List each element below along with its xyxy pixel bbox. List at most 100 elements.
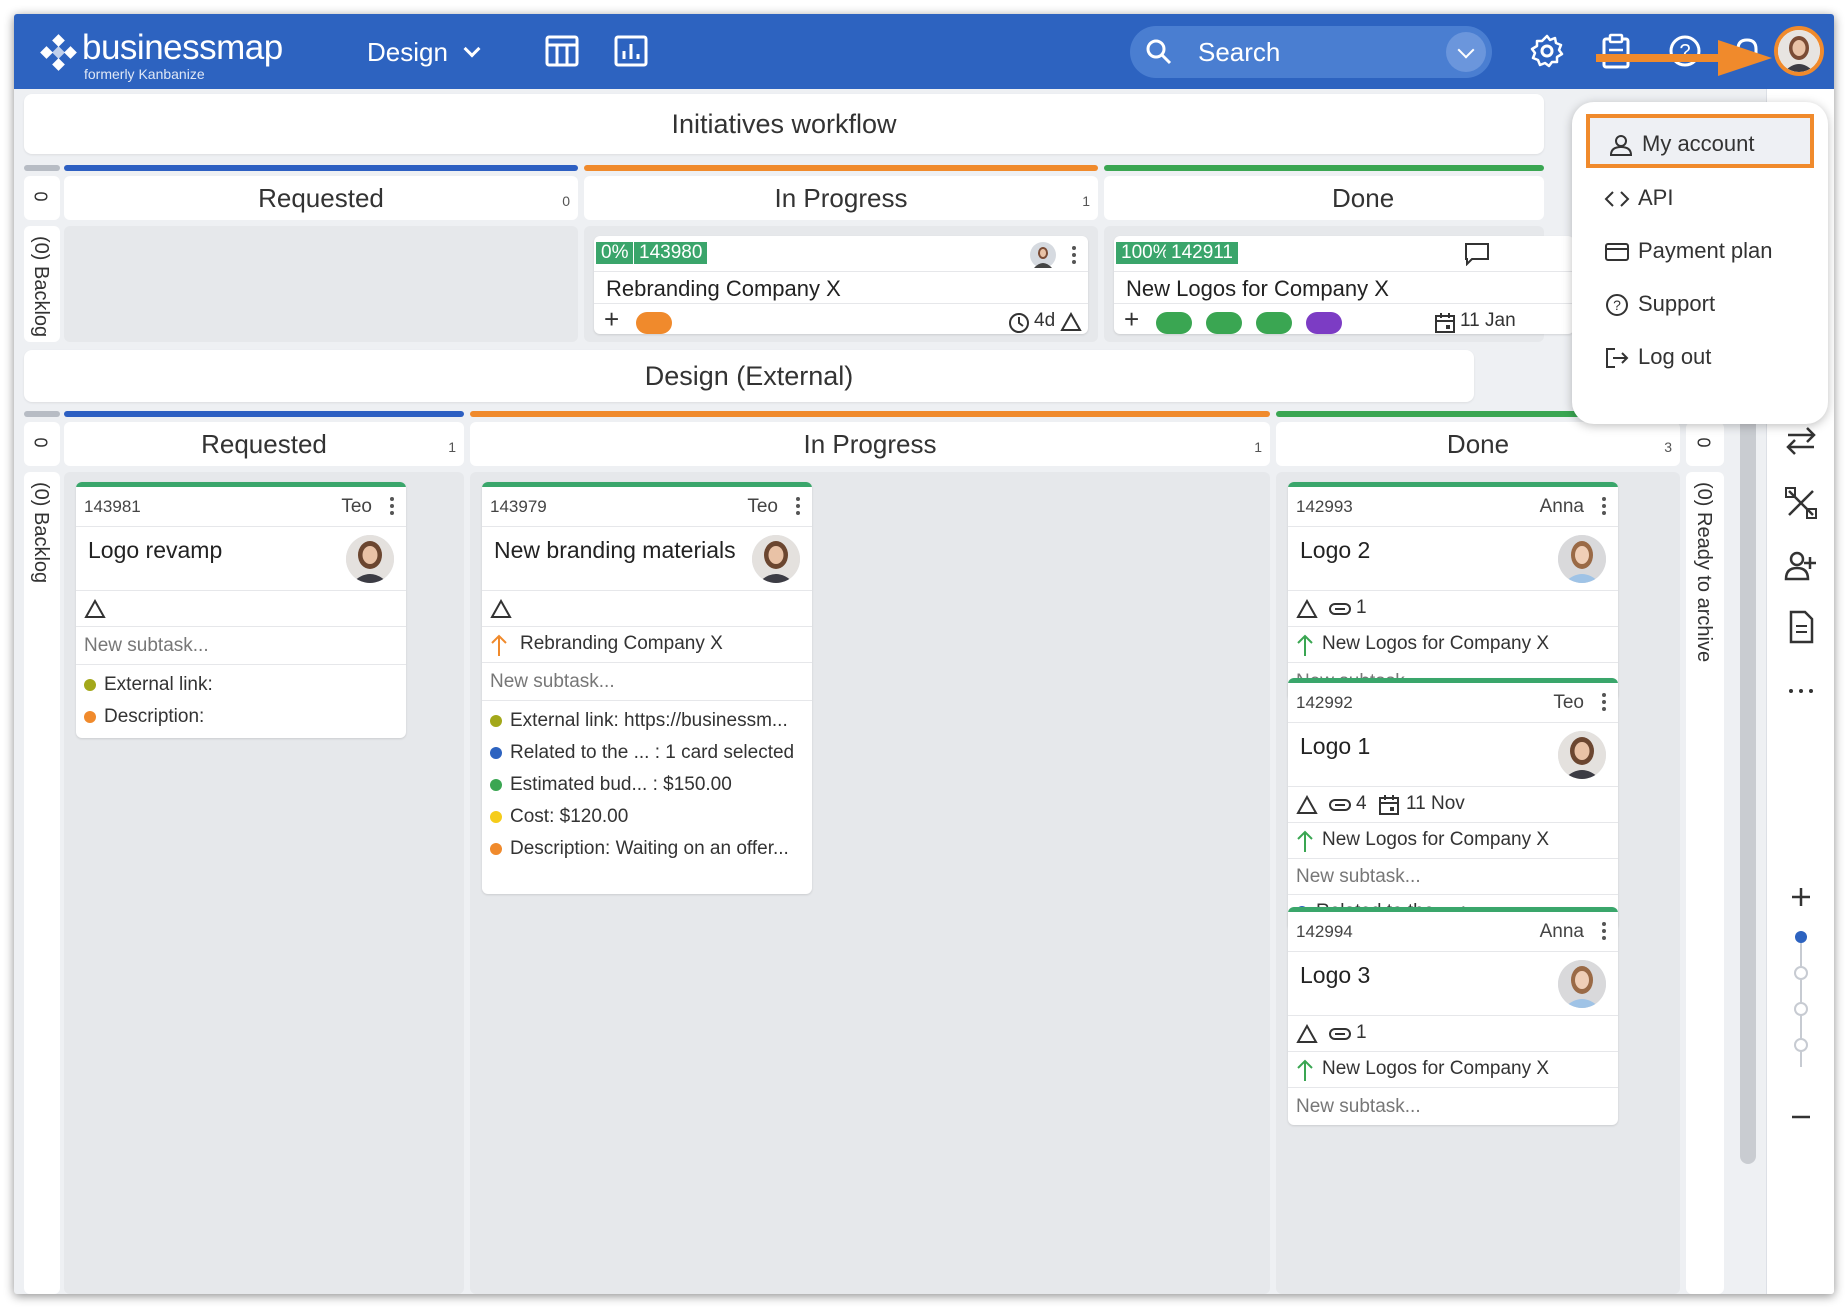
column-header-in-progress[interactable]: In Progress 1 — [584, 176, 1098, 220]
logout-icon — [1606, 348, 1629, 368]
card-menu-button[interactable] — [1602, 920, 1608, 942]
tools-icon[interactable] — [1783, 485, 1819, 521]
card-menu-button[interactable] — [390, 495, 396, 517]
parent-card-link[interactable]: New Logos for Company X — [1322, 829, 1549, 851]
new-subtask-row[interactable]: New subtask... — [482, 663, 812, 701]
avatar — [346, 535, 394, 583]
backlog-lane[interactable]: (0) Backlog — [24, 226, 60, 342]
field-label: External link: https://businessm... — [510, 710, 788, 731]
tag-pill[interactable] — [1156, 312, 1192, 334]
card-menu-button[interactable] — [1602, 495, 1608, 517]
new-subtask-input[interactable]: New subtask... — [1296, 866, 1421, 888]
new-subtask-row[interactable]: New subtask... — [1288, 1088, 1618, 1125]
backlog-count-lane[interactable]: 0 — [24, 422, 60, 466]
parent-card-link[interactable]: New Logos for Company X — [1322, 633, 1549, 655]
workspace-name: Design — [367, 37, 448, 67]
column-header-done[interactable]: Done 3 — [1276, 422, 1680, 466]
task-card[interactable]: 143979 Teo New branding materials Rebran… — [482, 482, 812, 894]
new-subtask-row[interactable]: New subtask... — [1288, 859, 1618, 895]
tag-pill[interactable] — [1256, 312, 1292, 334]
custom-field: Related to the ... : 1 card selected — [490, 742, 794, 764]
new-subtask-input[interactable]: New subtask... — [490, 671, 615, 693]
column-header-done[interactable]: Done — [1104, 176, 1544, 220]
parent-card-link[interactable]: Rebranding Company X — [520, 633, 723, 655]
card-title-row: New branding materials — [482, 527, 812, 591]
search-input[interactable]: Search — [1130, 26, 1492, 78]
task-card[interactable]: 142992 Teo Logo 1 4 11 Nov New Logos for… — [1288, 678, 1618, 930]
menu-item-support[interactable]: ? Support — [1586, 278, 1814, 332]
zoom-out-icon[interactable] — [1783, 1099, 1819, 1135]
vertical-scrollbar[interactable] — [1740, 394, 1756, 1164]
card-indicators — [482, 591, 812, 627]
column-header-requested[interactable]: Requested 0 — [64, 176, 578, 220]
tag-pill[interactable] — [1306, 312, 1342, 334]
archive-count-lane[interactable]: 0 — [1686, 422, 1724, 466]
custom-field: External link: https://businessm... — [490, 710, 788, 732]
menu-item-payment-plan[interactable]: Payment plan — [1586, 225, 1814, 279]
backlog-label: (0) Backlog — [30, 236, 52, 338]
calendar-icon — [1379, 795, 1399, 815]
field-dot — [84, 711, 96, 723]
add-user-icon[interactable] — [1783, 547, 1819, 583]
tag-pill[interactable] — [636, 312, 672, 334]
user-avatar-button[interactable] — [1774, 26, 1824, 76]
parent-card-link[interactable]: New Logos for Company X — [1322, 1058, 1549, 1080]
add-icon[interactable]: + — [604, 304, 619, 334]
column-body-done: 100% 142911 New Logos for Company X + 11… — [1104, 226, 1574, 342]
column-stripe-requested — [64, 165, 578, 171]
menu-item-api[interactable]: API — [1586, 172, 1814, 226]
initiative-card[interactable]: 0% 143980 Rebranding Company X + 4d — [594, 236, 1088, 334]
add-icon[interactable]: + — [1124, 304, 1139, 334]
search-dropdown-button[interactable] — [1446, 32, 1486, 72]
due-date: 11 Nov — [1406, 793, 1465, 814]
backlog-stripe — [24, 411, 60, 417]
field-label: Related to the ... : 1 card selected — [510, 742, 795, 763]
column-body-requested[interactable] — [64, 226, 578, 342]
search-icon — [1146, 39, 1172, 65]
document-icon[interactable] — [1783, 609, 1819, 645]
attachment-icon — [1329, 603, 1351, 615]
parent-link-row[interactable]: New Logos for Company X — [1288, 1052, 1618, 1088]
backlog-count-lane[interactable]: 0 — [24, 176, 60, 220]
card-owner: Teo — [747, 496, 778, 517]
new-subtask-input[interactable]: New subtask... — [84, 635, 209, 657]
column-header-in-progress[interactable]: In Progress 1 — [470, 422, 1270, 466]
card-title: Logo 1 — [1300, 733, 1371, 759]
column-stripe-in-progress — [584, 165, 1098, 171]
backlog-lane[interactable]: (0) Backlog — [24, 472, 60, 1294]
zoom-in-icon[interactable] — [1783, 879, 1819, 915]
column-header-requested[interactable]: Requested 1 — [64, 422, 464, 466]
brand-logo[interactable]: businessmap formerly Kanbanize — [38, 28, 283, 82]
zoom-slider[interactable] — [1791, 927, 1811, 1077]
transfer-icon[interactable] — [1783, 423, 1819, 459]
task-card[interactable]: 142994 Anna Logo 3 1 New Logos for Compa… — [1288, 907, 1618, 1125]
custom-field: Cost: $120.00 — [490, 806, 628, 828]
workspace-switcher[interactable]: Design — [367, 34, 481, 70]
card-menu-button[interactable] — [1602, 691, 1608, 713]
tag-pill[interactable] — [1206, 312, 1242, 334]
initiative-card[interactable]: 100% 142911 New Logos for Company X + 11… — [1114, 236, 1574, 334]
parent-link-row[interactable]: Rebranding Company X — [482, 627, 812, 663]
card-menu-button[interactable] — [796, 495, 802, 517]
task-card[interactable]: 143981 Teo Logo revamp New subtask... Ex… — [76, 482, 406, 738]
card-title-row: New Logos for Company X — [1114, 272, 1574, 304]
new-subtask-input[interactable]: New subtask... — [1296, 1096, 1421, 1118]
column-count: 1 — [448, 439, 456, 455]
card-menu-button[interactable] — [1072, 244, 1078, 266]
more-icon[interactable] — [1783, 673, 1819, 709]
parent-link-row[interactable]: New Logos for Company X — [1288, 823, 1618, 859]
archive-lane[interactable]: (0) Ready to archive — [1686, 472, 1724, 1294]
field-dot — [84, 679, 96, 691]
new-subtask-row[interactable]: New subtask... — [76, 627, 406, 665]
custom-field: Description: — [84, 706, 204, 728]
menu-item-my-account[interactable]: My account — [1586, 114, 1814, 168]
field-label: External link: — [104, 674, 213, 695]
brand-subtitle: formerly Kanbanize — [84, 66, 205, 82]
column-title: Done — [1332, 183, 1395, 213]
parent-link-row[interactable]: New Logos for Company X — [1288, 627, 1618, 663]
table-view-icon[interactable] — [543, 32, 581, 70]
menu-item-log-out[interactable]: Log out — [1586, 331, 1814, 385]
analytics-icon[interactable] — [612, 32, 650, 70]
task-card[interactable]: 142993 Anna Logo 2 1 New Logos for Compa… — [1288, 482, 1618, 700]
gear-icon[interactable] — [1528, 32, 1566, 70]
